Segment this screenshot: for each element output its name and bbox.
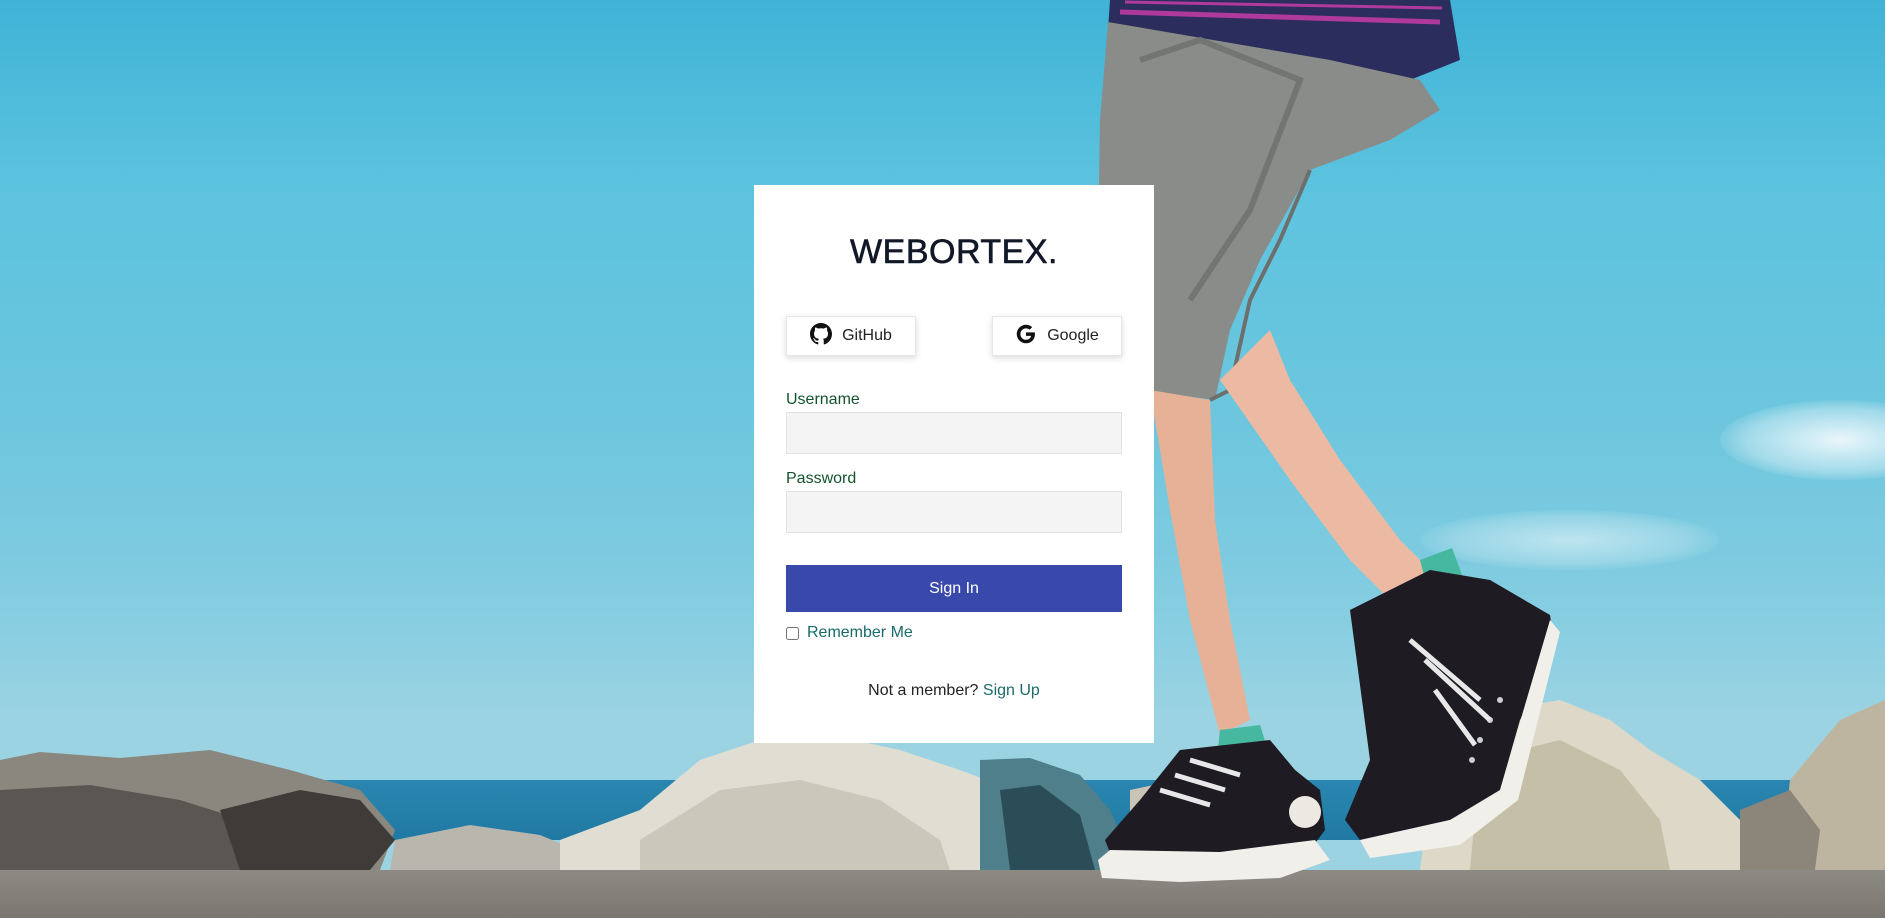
signup-prompt-text: Not a member?	[868, 682, 979, 699]
password-label: Password	[786, 470, 857, 487]
sign-up-link[interactable]: Sign Up	[983, 682, 1040, 699]
username-input[interactable]	[786, 412, 1122, 454]
social-login-row: GitHub Google	[786, 316, 1122, 356]
brand-logo-text: WEBORTEX.	[850, 233, 1058, 272]
login-page: WEBORTEX. GitHub Google Username Passwor…	[0, 0, 1885, 918]
github-button-label: GitHub	[842, 327, 892, 344]
background-cloud	[1720, 400, 1885, 480]
sign-in-button[interactable]: Sign In	[786, 565, 1122, 612]
remember-me-checkbox[interactable]	[786, 626, 799, 640]
github-login-button[interactable]: GitHub	[786, 316, 916, 356]
google-button-label: Google	[1047, 327, 1099, 344]
background-person-legs	[1098, 0, 1560, 882]
remember-me-row: Remember Me	[786, 624, 1122, 642]
signup-prompt-row: Not a member? Sign Up	[786, 682, 1122, 700]
github-icon	[810, 322, 833, 350]
username-label: Username	[786, 391, 860, 408]
login-card: WEBORTEX. GitHub Google Username Passwor…	[754, 185, 1154, 743]
remember-me-label[interactable]: Remember Me	[807, 624, 913, 642]
google-icon	[1015, 323, 1037, 350]
password-input[interactable]	[786, 491, 1122, 533]
google-login-button[interactable]: Google	[992, 316, 1122, 356]
